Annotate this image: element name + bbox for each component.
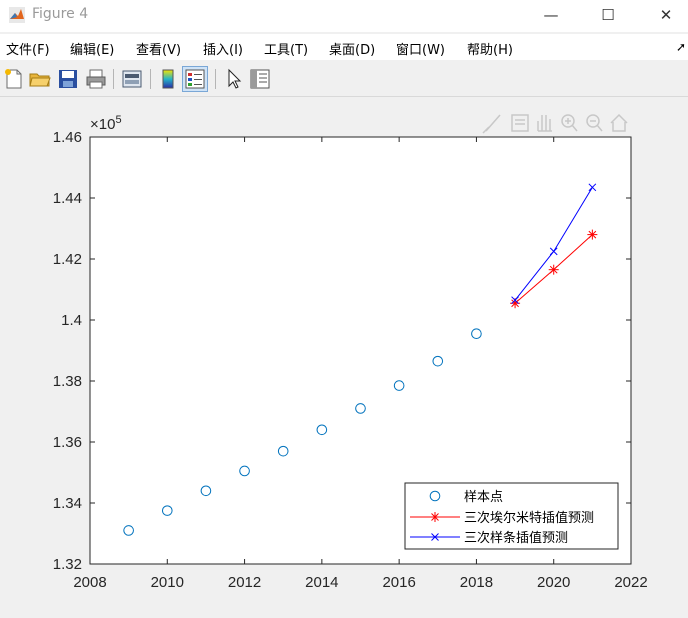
menu-insert[interactable]: 插入(I) xyxy=(203,39,243,58)
axes-toolbar xyxy=(482,113,628,134)
colorbar-icon[interactable] xyxy=(156,67,180,91)
legend-marker-asterisk xyxy=(430,512,440,522)
x-tick-label: 2008 xyxy=(73,574,106,591)
edit-plot-arrow-icon[interactable] xyxy=(222,67,246,91)
legend: 样本点 三次埃尔米特插值预测 三次样条插值预测 xyxy=(404,482,619,550)
x-tick-label: 2010 xyxy=(151,574,184,591)
print-icon[interactable] xyxy=(84,67,108,91)
x-tick-label: 2022 xyxy=(614,574,647,591)
x-tick-label: 2018 xyxy=(460,574,493,591)
menu-tools[interactable]: 工具(T) xyxy=(264,39,308,58)
x-tick-label: 2014 xyxy=(305,574,338,591)
title-bar: Figure 4 — ☐ ✕ xyxy=(0,0,688,32)
data-point-asterisk xyxy=(587,229,598,240)
y-exponent-label: ×105 xyxy=(90,114,122,133)
x-tick-label: 2020 xyxy=(537,574,570,591)
legend-label-spline: 三次样条插值预测 xyxy=(464,530,568,546)
y-tick-label: 1.4 xyxy=(61,312,82,329)
y-tick-label: 1.42 xyxy=(53,251,82,268)
toolbar-separator xyxy=(150,69,151,89)
menu-edit[interactable]: 编辑(E) xyxy=(70,39,114,58)
minimize-button[interactable]: — xyxy=(528,0,574,30)
menu-bar: 文件(F) 编辑(E) 查看(V) 插入(I) 工具(T) 桌面(D) 窗口(W… xyxy=(0,34,688,60)
y-tick-label: 1.36 xyxy=(53,434,82,451)
y-tick-label: 1.46 xyxy=(53,129,82,146)
data-tip-icon[interactable] xyxy=(511,114,529,132)
toolbar-separator xyxy=(113,69,114,89)
save-icon[interactable] xyxy=(56,67,80,91)
y-tick-label: 1.38 xyxy=(53,373,82,390)
zoom-in-icon[interactable] xyxy=(561,114,578,132)
menu-help[interactable]: 帮助(H) xyxy=(467,39,513,58)
plot-canvas: 2008 2010 2012 2014 2016 2018 2020 2022 1.32 1.34… xyxy=(53,113,648,591)
y-tick-label: 1.32 xyxy=(53,556,82,573)
y-tick-label: 1.44 xyxy=(53,190,82,207)
close-button[interactable]: ✕ xyxy=(643,0,688,30)
y-tick-label: 1.34 xyxy=(53,495,82,512)
brush-icon[interactable] xyxy=(482,114,501,134)
menu-desktop[interactable]: 桌面(D) xyxy=(329,39,375,58)
window-title: Figure 4 xyxy=(32,6,89,22)
figure-canvas: 2008 2010 2012 2014 2016 2018 2020 2022 1.32 1.34… xyxy=(0,97,688,618)
matlab-logo-icon xyxy=(9,7,25,23)
maximize-button[interactable]: ☐ xyxy=(585,0,631,30)
legend-label-sample-points: 样本点 xyxy=(464,490,503,505)
x-tick-label: 2012 xyxy=(228,574,261,591)
legend-icon[interactable] xyxy=(182,66,208,92)
menu-view[interactable]: 查看(V) xyxy=(136,39,181,58)
x-tick-label: 2016 xyxy=(382,574,415,591)
zoom-out-icon[interactable] xyxy=(586,114,603,132)
figure-toolbar xyxy=(0,62,688,97)
new-figure-icon[interactable] xyxy=(2,67,26,91)
link-plot-icon[interactable] xyxy=(120,67,144,91)
property-inspector-icon[interactable] xyxy=(248,67,272,91)
menu-window[interactable]: 窗口(W) xyxy=(396,39,445,58)
legend-label-hermite: 三次埃尔米特插值预测 xyxy=(464,510,594,526)
pan-hand-icon[interactable] xyxy=(537,115,552,132)
menu-file[interactable]: 文件(F) xyxy=(6,39,50,58)
dock-arrow-icon[interactable]: ➚ xyxy=(676,40,686,54)
open-file-icon[interactable] xyxy=(28,67,52,91)
toolbar-separator xyxy=(215,69,216,89)
home-icon[interactable] xyxy=(610,113,628,132)
